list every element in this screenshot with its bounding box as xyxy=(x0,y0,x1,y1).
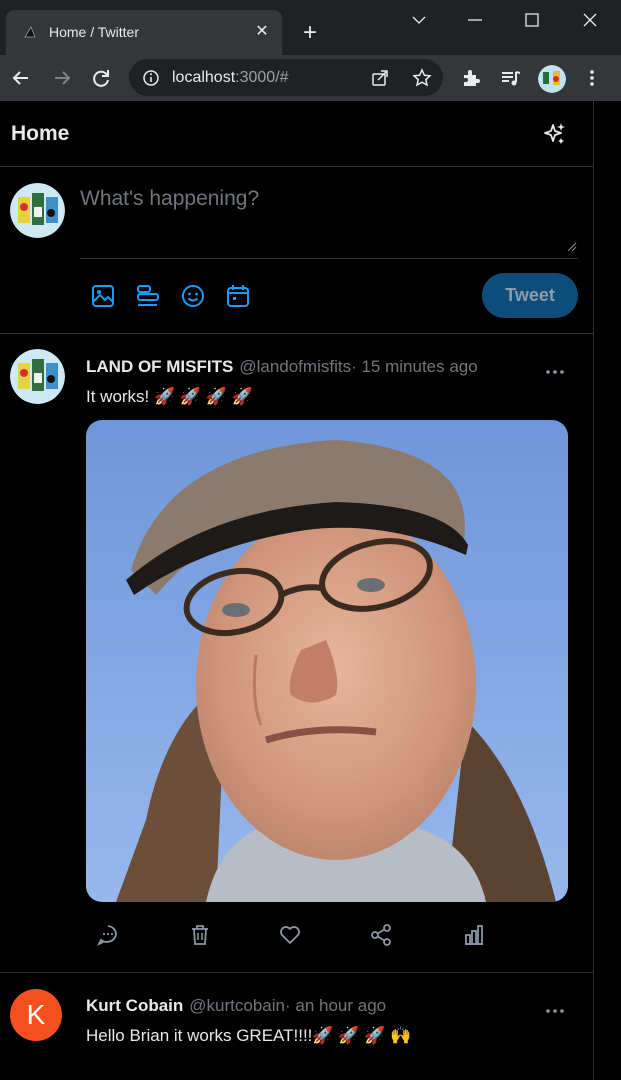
new-tab-icon[interactable]: + xyxy=(298,21,322,45)
tweet-avatar[interactable] xyxy=(10,349,65,404)
tab-title: Home / Twitter xyxy=(49,24,139,40)
resize-grip-icon[interactable] xyxy=(565,240,577,252)
browser-tab-strip: Home / Twitter ✕ + xyxy=(0,0,621,55)
author-name[interactable]: LAND OF MISFITS xyxy=(86,357,233,376)
more-options-icon[interactable] xyxy=(544,1002,566,1020)
address-bar[interactable]: localhost:3000/# xyxy=(129,59,443,96)
favicon-icon xyxy=(24,26,36,38)
maximize-icon[interactable] xyxy=(517,8,547,32)
tweet-avatar[interactable]: K xyxy=(10,989,62,1041)
share-icon[interactable] xyxy=(369,923,393,947)
extensions-icon[interactable] xyxy=(460,67,482,89)
tweet-text: Hello Brian it works GREAT!!!!🚀 🚀 🚀 🙌 xyxy=(86,1026,412,1045)
home-header: Home xyxy=(0,101,594,167)
profile-avatar[interactable] xyxy=(538,65,566,93)
reload-icon[interactable] xyxy=(89,66,113,90)
media-icon[interactable] xyxy=(500,67,522,89)
schedule-icon[interactable] xyxy=(225,283,251,309)
image-icon[interactable] xyxy=(90,283,116,309)
minimize-icon[interactable] xyxy=(460,8,490,32)
bookmark-star-icon[interactable] xyxy=(412,68,432,88)
info-icon[interactable] xyxy=(142,69,160,87)
compose-input[interactable] xyxy=(80,183,578,259)
close-tab-icon[interactable]: ✕ xyxy=(253,23,271,41)
tweet-header: LAND OF MISFITS @landofmisfits· 15 minute… xyxy=(86,357,478,377)
scrollbar-track[interactable] xyxy=(595,101,621,1080)
tweet-text: It works! 🚀 🚀 🚀 🚀 xyxy=(86,387,253,406)
sparkle-icon[interactable] xyxy=(542,121,568,147)
browser-tab[interactable]: Home / Twitter ✕ xyxy=(6,10,282,55)
more-options-icon[interactable] xyxy=(544,363,566,381)
emoji-icon[interactable] xyxy=(180,283,206,309)
user-avatar[interactable] xyxy=(10,183,65,238)
author-handle[interactable]: @landofmisfits xyxy=(239,357,351,376)
kebab-menu-icon[interactable] xyxy=(581,67,603,89)
tweet-header: Kurt Cobain @kurtcobain· an hour ago xyxy=(86,996,386,1016)
close-window-icon[interactable] xyxy=(575,8,605,32)
delete-icon[interactable] xyxy=(188,923,212,947)
twitter-app: Home What's happening? Tweet LAND OF MIS… xyxy=(0,101,621,1080)
tweet-button[interactable]: Tweet xyxy=(482,273,578,318)
tweet-timestamp: · 15 minutes ago xyxy=(351,357,478,376)
poll-icon[interactable] xyxy=(135,283,161,309)
tweet-photo[interactable] xyxy=(86,420,568,902)
share-page-icon[interactable] xyxy=(370,68,390,88)
tweet-card[interactable]: LAND OF MISFITS @landofmisfits· 15 minute… xyxy=(0,334,594,973)
analytics-icon[interactable] xyxy=(462,923,486,947)
timeline-column: Home What's happening? Tweet LAND OF MIS… xyxy=(0,101,594,1080)
browser-toolbar: localhost:3000/# xyxy=(0,55,621,101)
url-text: localhost:3000/# xyxy=(172,69,289,86)
author-name[interactable]: Kurt Cobain xyxy=(86,996,183,1015)
page-title: Home xyxy=(11,122,70,145)
tweet-timestamp: · an hour ago xyxy=(284,996,387,1015)
forward-icon[interactable] xyxy=(50,66,74,90)
tweet-composer: Tweet xyxy=(0,167,594,334)
author-handle[interactable]: @kurtcobain xyxy=(189,996,285,1015)
tweet-card[interactable]: K Kurt Cobain @kurtcobain· an hour ago He… xyxy=(0,973,594,1080)
back-icon[interactable] xyxy=(9,66,33,90)
reply-icon[interactable] xyxy=(96,923,120,947)
tab-search-icon[interactable] xyxy=(404,8,434,32)
like-icon[interactable] xyxy=(278,923,302,947)
